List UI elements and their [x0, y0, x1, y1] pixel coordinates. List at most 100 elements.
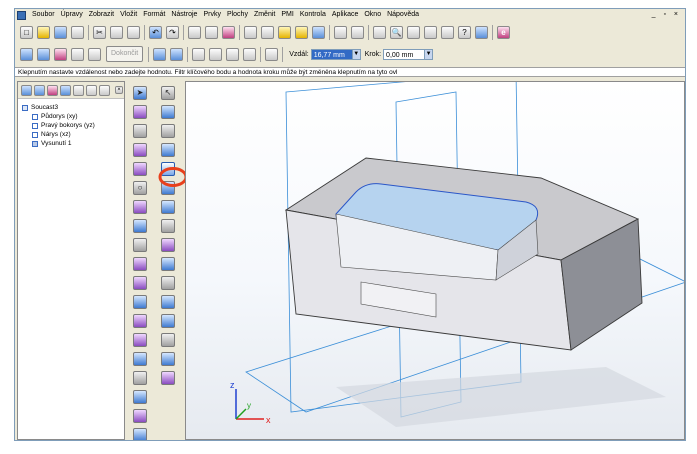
graphics-viewport[interactable]: z y x	[185, 81, 685, 440]
plane-icon[interactable]	[133, 143, 147, 157]
sphere-icon[interactable]	[133, 295, 147, 309]
view-orient-icon[interactable]	[334, 25, 347, 39]
zoom-area-icon[interactable]	[373, 25, 386, 39]
new-icon[interactable]: □	[20, 25, 33, 39]
menu-tools[interactable]: Nástroje	[168, 9, 200, 21]
extend-icon[interactable]	[161, 257, 175, 271]
tree-item[interactable]: Nárys (xz)	[22, 130, 124, 139]
cut-icon[interactable]: ✂	[93, 25, 106, 39]
menu-file[interactable]: Soubor	[29, 9, 58, 21]
blend-icon[interactable]	[161, 276, 175, 290]
through-next-icon[interactable]	[226, 47, 240, 61]
sensors-tab-icon[interactable]	[99, 84, 110, 96]
grid-icon[interactable]	[133, 124, 147, 138]
section-view-icon[interactable]	[351, 25, 364, 39]
redo-icon[interactable]: ↷	[166, 25, 179, 39]
fillet-icon[interactable]	[133, 200, 147, 214]
select-icon[interactable]: ↖	[161, 86, 175, 100]
library-tab-icon[interactable]	[60, 84, 71, 96]
menu-applications[interactable]: Aplikace	[329, 9, 361, 21]
pane-close-icon[interactable]: ×	[115, 86, 123, 94]
draft-icon[interactable]	[133, 257, 147, 271]
save-icon[interactable]	[54, 25, 67, 39]
through-all-icon[interactable]	[209, 47, 223, 61]
menu-features[interactable]: Prvky	[200, 9, 224, 21]
cut-feature-icon[interactable]	[188, 25, 201, 39]
menu-edit[interactable]: Úpravy	[58, 9, 86, 21]
menu-help[interactable]: Nápověda	[384, 9, 422, 21]
features-tab-icon[interactable]	[47, 84, 58, 96]
help-icon[interactable]: ?	[458, 25, 471, 39]
layers-tab-icon[interactable]	[34, 84, 45, 96]
settings-tab-icon[interactable]	[86, 84, 97, 96]
zoom-icon[interactable]: 🔍	[390, 25, 403, 39]
menu-pmi[interactable]: PMI	[278, 9, 296, 21]
tree-item[interactable]: Vysunutí 1	[22, 139, 124, 148]
step-dropdown[interactable]: ▼	[424, 48, 434, 60]
e-icon[interactable]: e	[497, 25, 510, 39]
pan-icon[interactable]	[424, 25, 437, 39]
step-1-icon[interactable]	[20, 47, 33, 61]
cut-icon[interactable]	[161, 143, 175, 157]
revolve-icon[interactable]	[133, 352, 147, 366]
copy-icon[interactable]	[110, 25, 123, 39]
delete-icon[interactable]	[161, 371, 175, 385]
render-icon[interactable]	[312, 25, 325, 39]
tree-item[interactable]: Půdorys (xy)	[22, 112, 124, 121]
rib-icon[interactable]	[133, 409, 147, 423]
tree-root[interactable]: Soucast3	[22, 103, 124, 112]
rotate-view-icon[interactable]	[441, 25, 454, 39]
sketch-arrow-icon[interactable]	[133, 162, 147, 176]
step-3-icon[interactable]	[54, 47, 67, 61]
undo-icon[interactable]: ↶	[149, 25, 162, 39]
wireframe-icon[interactable]	[261, 25, 274, 39]
step-2-icon[interactable]	[37, 47, 50, 61]
open-icon[interactable]	[37, 25, 50, 39]
from-to-icon[interactable]	[243, 47, 257, 61]
mirror-icon[interactable]	[133, 333, 147, 347]
window-controls[interactable]: _ ▫ ×	[652, 9, 681, 21]
trim-icon[interactable]	[161, 238, 175, 252]
shell-icon[interactable]	[133, 219, 147, 233]
finite-extent-icon[interactable]	[192, 47, 206, 61]
insert-part-icon[interactable]	[222, 25, 235, 39]
face-icon[interactable]	[161, 333, 175, 347]
grid-tab-icon[interactable]	[73, 84, 84, 96]
body-icon[interactable]	[161, 352, 175, 366]
part-icon[interactable]	[133, 428, 147, 440]
sweep-icon[interactable]	[133, 314, 147, 328]
pathfinder-tab-icon[interactable]	[21, 84, 32, 96]
offset-icon[interactable]	[161, 219, 175, 233]
menu-window[interactable]: Okno	[361, 9, 384, 21]
print-icon[interactable]	[71, 25, 84, 39]
pattern-icon[interactable]	[133, 276, 147, 290]
menu-inspect[interactable]: Kontrola	[297, 9, 329, 21]
fit-icon[interactable]	[407, 25, 420, 39]
shaded-icon[interactable]	[244, 25, 257, 39]
keypoint-icon[interactable]	[153, 47, 167, 61]
thicken-icon[interactable]	[161, 295, 175, 309]
app-icon[interactable]	[17, 10, 26, 20]
smart-dimension-icon[interactable]	[133, 105, 147, 119]
distance-field[interactable]: 16,77 mm	[310, 48, 353, 60]
appearance-icon[interactable]	[295, 25, 308, 39]
step-field[interactable]: 0,00 mm	[383, 48, 426, 60]
extrude-icon[interactable]	[161, 124, 175, 138]
tree-item[interactable]: Pravý bokorys (yz)	[22, 121, 124, 130]
finish-button[interactable]: Dokončit	[106, 46, 144, 62]
loft-icon[interactable]	[133, 371, 147, 385]
arrow-select-icon[interactable]: ➤	[133, 86, 147, 100]
split-icon[interactable]	[161, 314, 175, 328]
hole-icon[interactable]: ○	[133, 181, 147, 195]
rotate-icon[interactable]	[161, 200, 175, 214]
distance-dropdown[interactable]: ▼	[351, 48, 361, 60]
menu-modify[interactable]: Změnit	[251, 9, 278, 21]
chamfer-icon[interactable]	[133, 238, 147, 252]
reference-icon[interactable]	[475, 25, 488, 39]
extent-icon[interactable]	[170, 47, 184, 61]
menu-view[interactable]: Zobrazit	[86, 9, 117, 21]
step-5-icon[interactable]	[88, 47, 101, 61]
thread-icon[interactable]	[133, 390, 147, 404]
display-mode-icon[interactable]	[278, 25, 291, 39]
menu-format[interactable]: Formát	[140, 9, 168, 21]
